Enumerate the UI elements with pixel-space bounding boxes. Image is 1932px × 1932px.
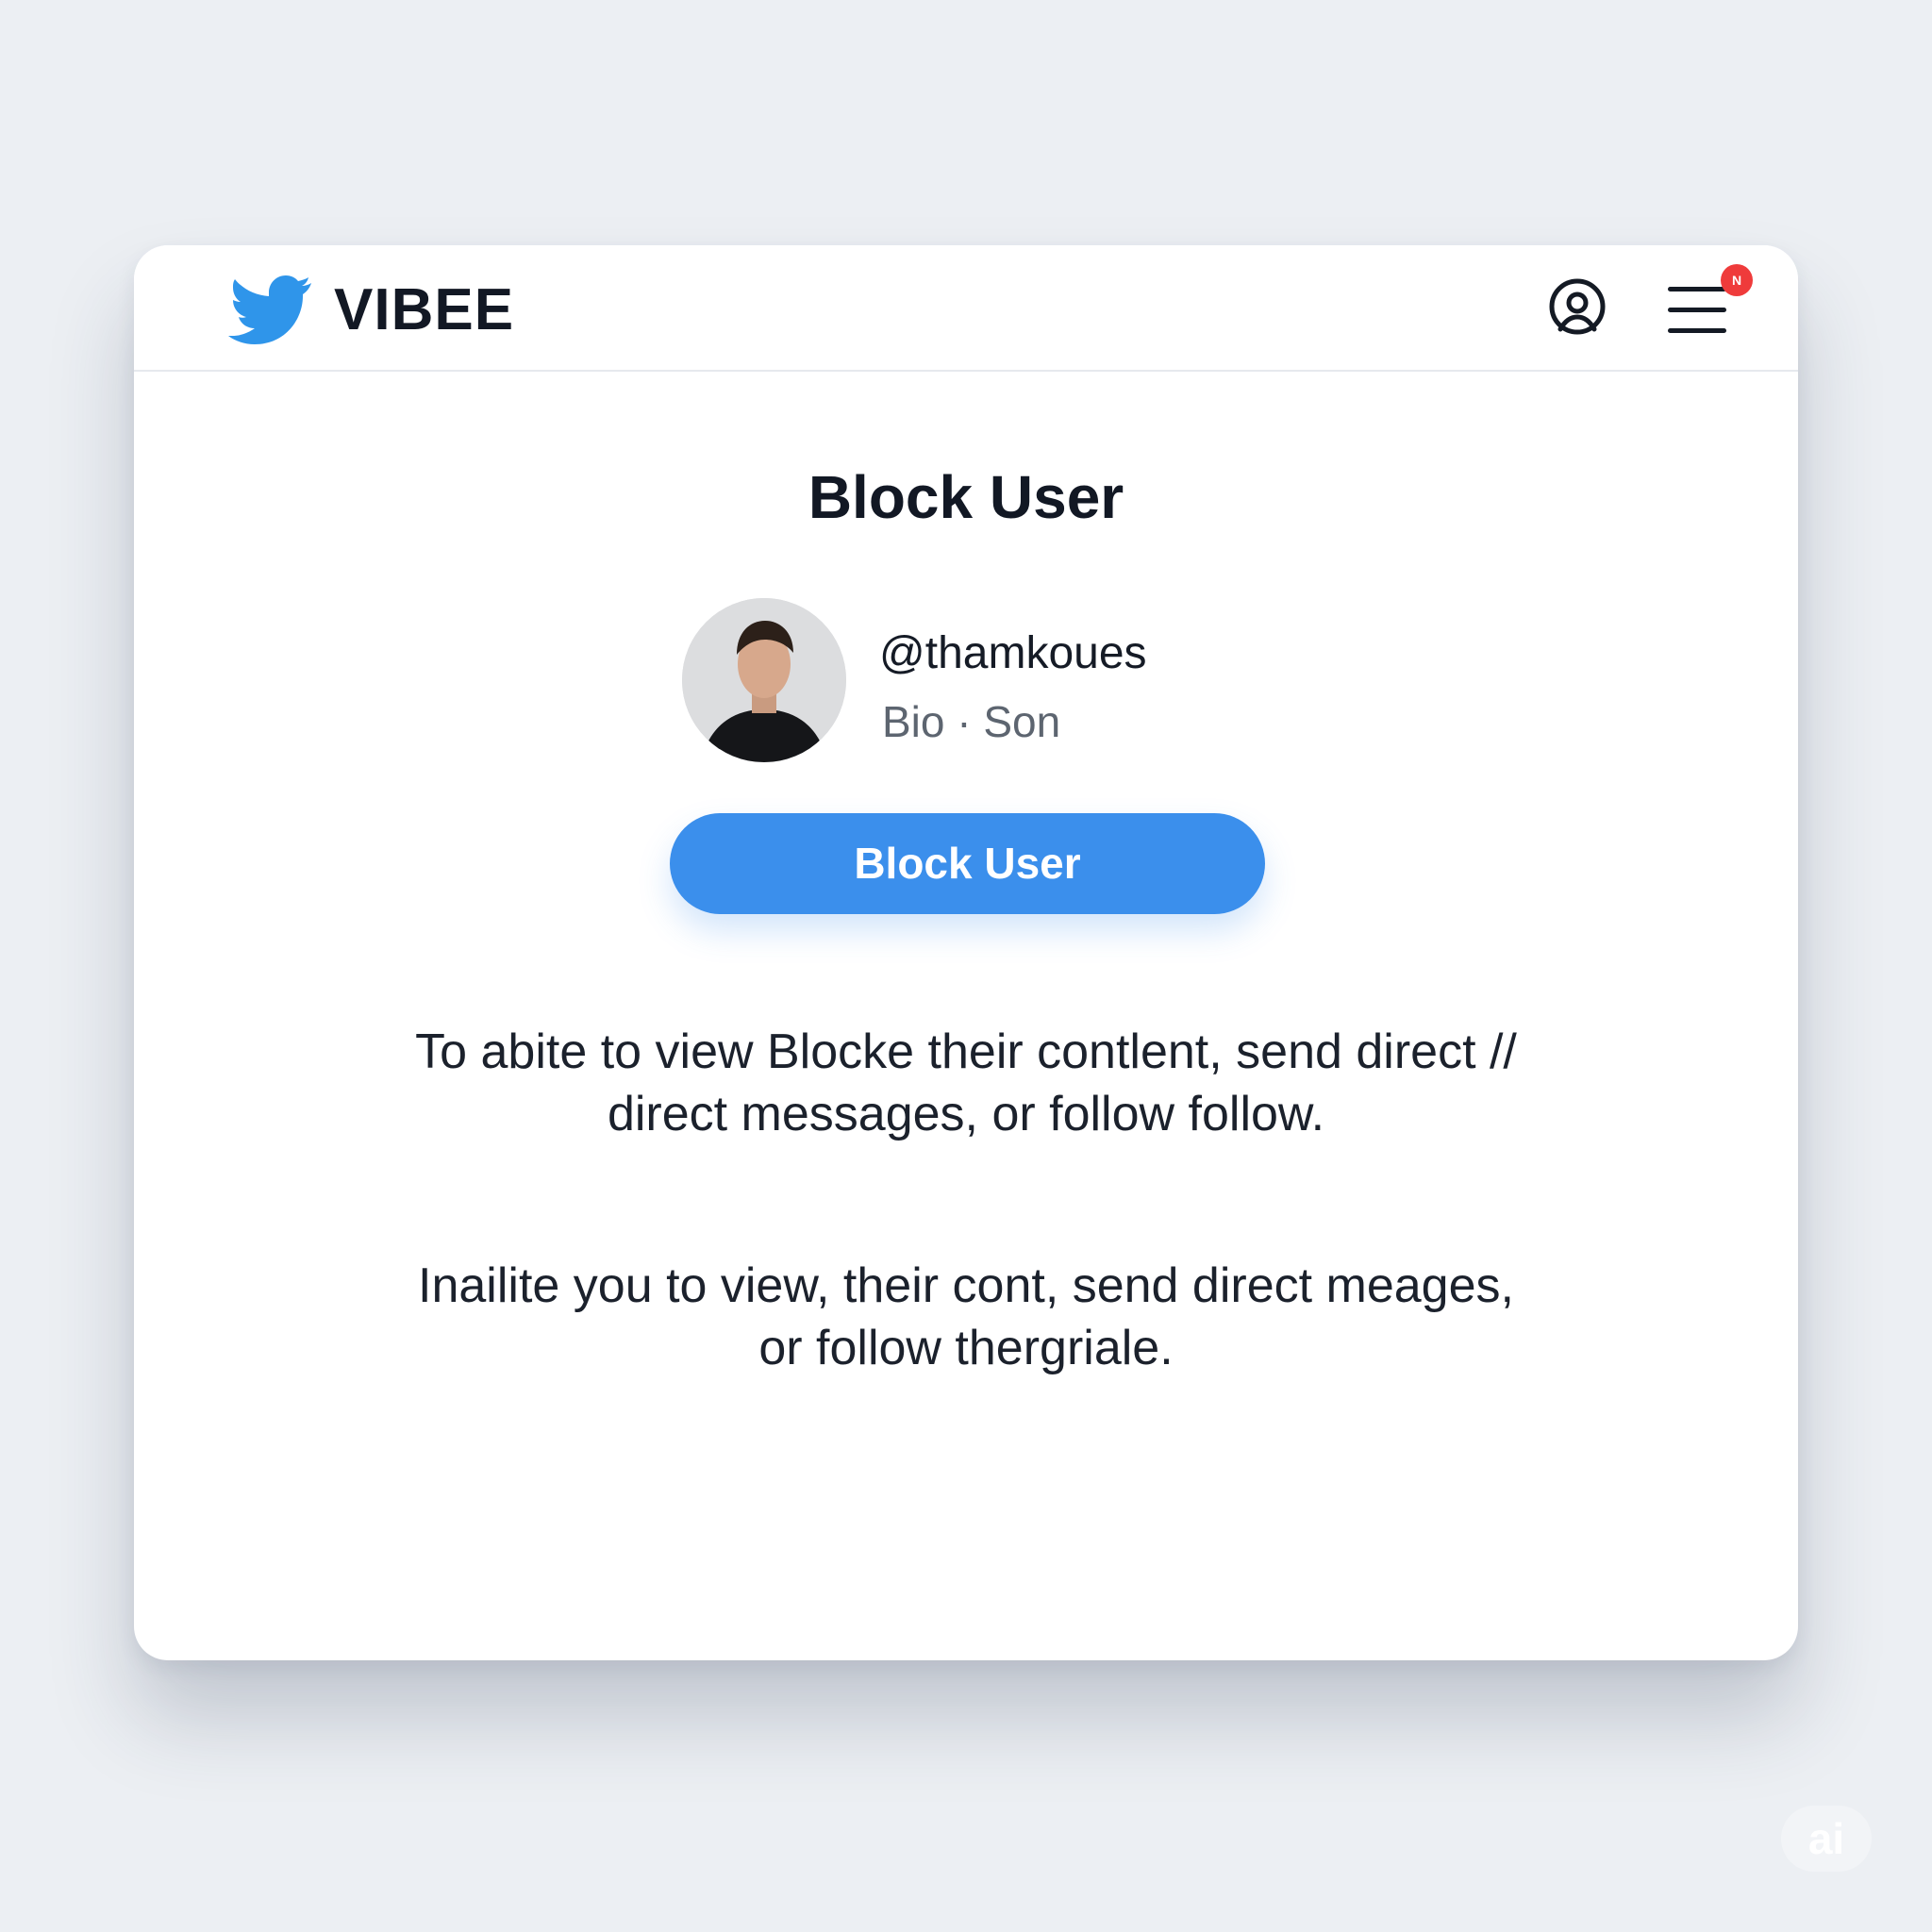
avatar-image [682, 598, 846, 762]
brand[interactable]: VIBEE [228, 272, 514, 347]
menu-line-icon [1668, 308, 1726, 312]
brand-name: VIBEE [334, 276, 515, 342]
ai-watermark: ai [1781, 1806, 1872, 1872]
profile-icon[interactable] [1544, 275, 1610, 341]
menu-line-icon [1668, 287, 1726, 291]
block-description-1: To abite to view Blocke their contlent, … [415, 1024, 1517, 1141]
block-user-card: VIBEE N [134, 245, 1798, 1660]
notification-badge: N [1721, 264, 1753, 296]
profile-icon-glyph [1549, 278, 1606, 335]
bird-logo-icon [228, 275, 311, 344]
block-description-2: Inailite you to view, their cont, send d… [418, 1258, 1514, 1375]
avatar[interactable] [682, 598, 846, 762]
block-user-button[interactable]: Block User [670, 813, 1265, 914]
menu-line-icon [1668, 328, 1726, 333]
user-bio: Bio · Son [882, 697, 1061, 746]
user-handle: @thamkoues [879, 628, 1147, 678]
dialog-title: Block User [808, 463, 1124, 531]
top-bar: VIBEE N [134, 245, 1798, 372]
